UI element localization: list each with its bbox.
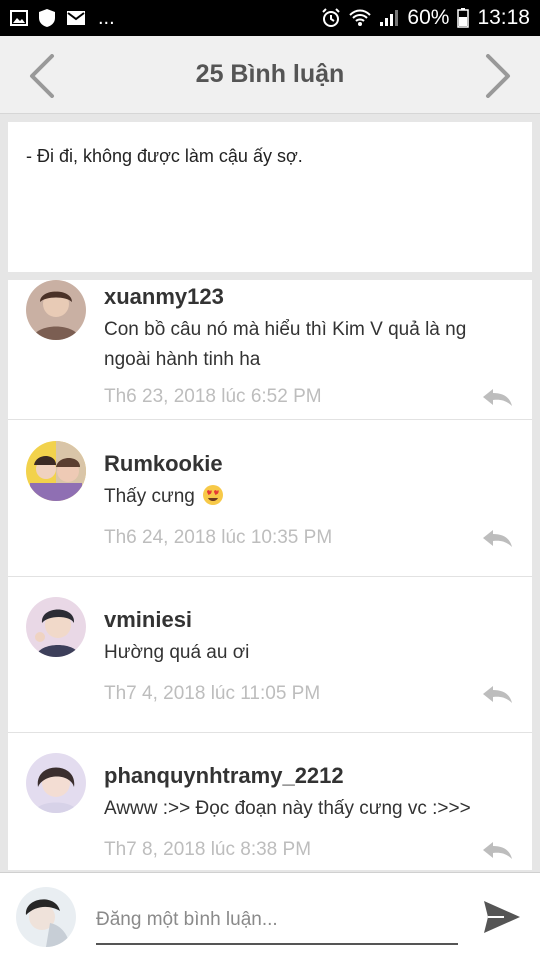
chevron-left-icon (30, 54, 54, 98)
alarm-icon (321, 8, 341, 28)
reply-icon (483, 530, 512, 547)
battery-percent: 60% (407, 6, 450, 29)
shield-icon (38, 8, 56, 28)
comment-username[interactable]: Rumkookie (104, 451, 223, 477)
comment-item: phanquynhtramy_2212 Awww :>> Đọc đoạn nà… (8, 733, 532, 870)
mail-icon (66, 10, 86, 26)
comment-composer (0, 872, 540, 960)
comment-item: Rumkookie Thấy cưng Th6 24, 2018 lúc 10:… (8, 421, 532, 577)
wifi-icon (349, 9, 372, 27)
comment-timestamp: Th6 23, 2018 lúc 6:52 PM (104, 386, 322, 407)
comment-text: Con bồ câu nó mà hiểu thì Kim V quả là n… (104, 319, 467, 370)
comment-item: xuanmy123 Con bồ câu nó mà hiểu thì Kim … (8, 280, 532, 420)
comment-username[interactable]: vminiesi (104, 607, 192, 633)
send-button[interactable] (480, 895, 524, 939)
comment-item: vminiesi Hường quá au ơi Th7 4, 2018 lúc… (8, 577, 532, 733)
next-chapter-button[interactable] (478, 54, 518, 98)
reply-button[interactable] (480, 839, 514, 861)
prev-chapter-button[interactable] (22, 54, 62, 98)
page-title: 25 Bình luận (195, 60, 345, 88)
comment-input[interactable] (96, 897, 458, 945)
reply-button[interactable] (480, 527, 514, 549)
quoted-paragraph: - Đi đi, không được làm cậu ấy sợ. (8, 122, 532, 272)
battery-icon (457, 8, 470, 28)
heart-eyes-emoji (202, 484, 224, 516)
comment-timestamp: Th7 8, 2018 lúc 8:38 PM (104, 839, 312, 860)
comment-username[interactable]: xuanmy123 (104, 284, 224, 310)
reply-icon (483, 389, 512, 406)
comment-text-content: Thấy cưng (104, 486, 195, 507)
my-avatar[interactable] (16, 887, 76, 947)
clock: 13:18 (477, 6, 530, 29)
comment-text: Hường quá au ơi (104, 642, 250, 663)
comment-timestamp: Th7 4, 2018 lúc 11:05 PM (104, 683, 321, 704)
reply-icon (483, 686, 512, 703)
user-avatar[interactable] (26, 597, 86, 657)
user-avatar[interactable] (26, 280, 86, 340)
reply-button[interactable] (480, 386, 514, 408)
user-avatar[interactable] (26, 753, 86, 813)
send-icon (484, 901, 520, 933)
quoted-text: - Đi đi, không được làm cậu ấy sợ. (26, 146, 303, 166)
status-bar: ... 60% 13:18 (0, 0, 540, 36)
comment-text: Awww :>> Đọc đoạn này thấy cưng vc :>>> (104, 798, 471, 819)
signal-icon (379, 9, 399, 27)
user-avatar[interactable] (26, 441, 86, 501)
comments-header: 25 Bình luận (0, 36, 540, 114)
reply-icon (483, 842, 512, 859)
reply-button[interactable] (480, 683, 514, 705)
comment-text: Thấy cưng (104, 482, 514, 516)
image-notification-icon (10, 10, 28, 26)
chevron-right-icon (486, 54, 510, 98)
comment-list[interactable]: xuanmy123 Con bồ câu nó mà hiểu thì Kim … (8, 280, 532, 870)
comment-username[interactable]: phanquynhtramy_2212 (104, 763, 344, 789)
comment-timestamp: Th6 24, 2018 lúc 10:35 PM (104, 527, 333, 548)
more-notifications: ... (98, 7, 115, 29)
